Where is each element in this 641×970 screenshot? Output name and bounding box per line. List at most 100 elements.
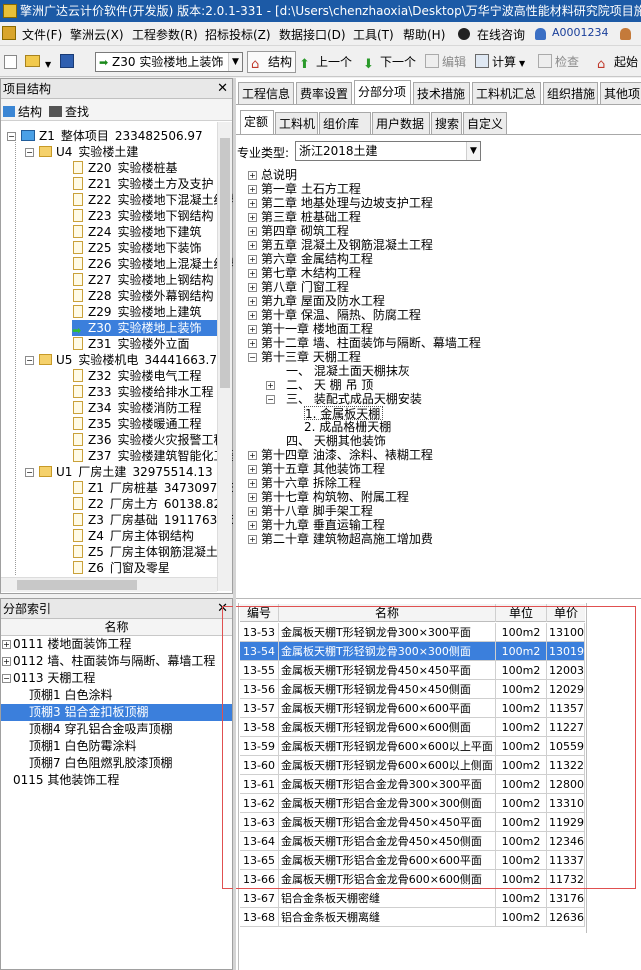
chapter-node[interactable]: 第十四章 油漆、涂料、裱糊工程 [261, 448, 433, 462]
chapter-node[interactable]: 第八章 门窗工程 [261, 280, 349, 294]
chevron-down-icon[interactable]: ▼ [228, 53, 242, 71]
tree-node[interactable]: Z2 厂房土方 60138.82 [73, 496, 221, 512]
save-icon[interactable] [60, 54, 74, 68]
tree-node[interactable]: Z35 实验楼暖通工程 [73, 416, 208, 432]
menu-bidding[interactable]: 招标投标(Z) [205, 26, 271, 43]
chapter-node[interactable]: 第七章 木结构工程 [261, 266, 361, 280]
collapse-icon[interactable]: − [25, 148, 34, 157]
table-row[interactable]: 13-61 金属板天棚T形铝合金龙骨300×300平面 100m2 12800. [240, 775, 585, 794]
tab-sub-0[interactable]: 定额 [240, 110, 274, 134]
tab-main-0[interactable]: 工程信息 [238, 82, 294, 104]
expand-icon[interactable]: + [248, 535, 257, 544]
table-row[interactable]: 13-62 金属板天棚T形铝合金龙骨300×300侧面 100m2 13310. [240, 794, 585, 813]
table-row[interactable]: 13-58 金属板天棚T形轻钢龙骨600×600侧面 100m2 11227. [240, 718, 585, 737]
index-item[interactable]: −0113 天棚工程 [1, 670, 232, 687]
chapter-node[interactable]: 1. 金属板天棚 [304, 406, 384, 421]
expand-icon[interactable]: + [248, 465, 257, 474]
tab-sub-5[interactable]: 自定义 [463, 112, 507, 134]
tree-node[interactable]: Z1 厂房桩基 3473097.53 [73, 480, 236, 496]
chapter-node[interactable]: 四、 天棚其他装饰 [286, 434, 386, 448]
tree-node[interactable]: Z20 实验楼桩基 [73, 160, 184, 176]
chapter-node[interactable]: 第十章 保温、隔热、防腐工程 [261, 308, 421, 322]
table-row[interactable]: 13-63 金属板天棚T形铝合金龙骨450×450平面 100m2 11929. [240, 813, 585, 832]
online-consult-link[interactable]: 在线咨询 [477, 26, 525, 43]
tab-main-1[interactable]: 费率设置 [296, 82, 352, 104]
find-button[interactable]: 查找 [49, 103, 89, 120]
specialty-select[interactable]: 浙江2018土建 ▼ [295, 141, 481, 161]
chapter-node[interactable]: 总说明 [261, 168, 297, 182]
col-header-name[interactable]: 名称 [279, 604, 496, 622]
chapter-node[interactable]: 第十三章 天棚工程 [261, 350, 361, 364]
chapter-node[interactable]: 2. 成品格栅天棚 [304, 420, 391, 434]
vertical-scrollbar[interactable] [217, 122, 232, 591]
tree-node[interactable]: Z5 厂房主体钢筋混凝土结 [73, 544, 236, 560]
chapter-node[interactable]: 三、 装配式成品天棚安装 [286, 392, 422, 406]
user-id[interactable]: A0001234 [552, 26, 609, 39]
table-row[interactable]: 13-67 铝合金条板天棚密缝 100m2 13176. [240, 889, 585, 908]
chapter-node[interactable]: 第二章 地基处理与边坡支护工程 [261, 196, 433, 210]
collapse-icon[interactable]: − [248, 353, 257, 362]
expand-icon[interactable]: + [248, 241, 257, 250]
menu-file[interactable]: 文件(F) [22, 26, 62, 43]
expand-icon[interactable]: + [266, 381, 275, 390]
tree-node[interactable]: ➡ Z30 实验楼地上装饰 [72, 320, 220, 337]
expand-icon[interactable]: + [248, 521, 257, 530]
edit-button[interactable]: 编辑 [425, 52, 466, 72]
chapter-node[interactable]: 第五章 混凝土及钢筋混凝土工程 [261, 238, 433, 252]
tab-main-3[interactable]: 技术措施 [413, 82, 470, 104]
menu-project-params[interactable]: 工程参数(R) [132, 26, 198, 43]
collapse-icon[interactable]: − [2, 674, 11, 683]
chapter-node[interactable]: 二、 天 棚 吊 顶 [286, 378, 373, 392]
chevron-down-icon[interactable]: ▼ [466, 142, 480, 160]
expand-icon[interactable]: + [248, 451, 257, 460]
project-select[interactable]: ➡ Z30 实验楼地上装饰 ▼ [95, 52, 243, 72]
menu-help[interactable]: 帮助(H) [403, 26, 445, 43]
chapter-node[interactable]: 第四章 砌筑工程 [261, 224, 349, 238]
collapse-icon[interactable]: − [25, 468, 34, 477]
tree-node[interactable]: − Z1 整体项目 233482506.97 [7, 128, 203, 144]
chapter-node[interactable]: 一、 混凝土面天棚抹灰 [286, 364, 410, 378]
index-item[interactable]: 顶棚1 白色防霉涂料 [1, 738, 232, 755]
chapter-node[interactable]: 第十九章 垂直运输工程 [261, 518, 385, 532]
chapter-node[interactable]: 第十八章 脚手架工程 [261, 504, 373, 518]
tab-sub-3[interactable]: 用户数据 [372, 112, 430, 134]
check-button[interactable]: 检查 [538, 52, 579, 72]
app-menu-icon[interactable] [2, 26, 16, 40]
expand-icon[interactable]: + [248, 507, 257, 516]
expand-icon[interactable]: + [248, 269, 257, 278]
hscrollbar-thumb[interactable] [17, 580, 137, 590]
index-item[interactable]: +0111 楼地面装饰工程 [1, 636, 232, 653]
collapse-icon[interactable]: − [25, 356, 34, 365]
tree-node[interactable]: Z4 厂房主体钢结构 [73, 528, 200, 544]
chapter-node[interactable]: 第一章 土石方工程 [261, 182, 361, 196]
table-row[interactable]: 13-53 金属板天棚T形轻钢龙骨300×300平面 100m2 13100. [240, 623, 585, 642]
table-row[interactable]: 13-54 金属板天棚T形轻钢龙骨300×300侧面 100m2 13019. [240, 642, 585, 661]
expand-icon[interactable]: + [248, 255, 257, 264]
horizontal-scrollbar[interactable] [1, 577, 217, 592]
tree-node[interactable]: Z28 实验楼外幕钢结构 [73, 288, 220, 304]
dropdown-arrow-icon[interactable]: ▼ [45, 60, 51, 69]
chapter-node[interactable]: 第十一章 楼地面工程 [261, 322, 373, 336]
scrollbar-thumb[interactable] [220, 138, 230, 388]
tree-node[interactable]: Z27 实验楼地上钢结构 [73, 272, 220, 288]
start-button[interactable]: ⌂ 起始 [597, 52, 638, 72]
table-row[interactable]: 13-56 金属板天棚T形轻钢龙骨450×450侧面 100m2 12029. [240, 680, 585, 699]
col-header-code[interactable]: 编号 [240, 604, 279, 622]
tree-node[interactable]: Z6 门窗及零星 [73, 560, 176, 576]
table-row[interactable]: 13-68 铝合金条板天棚离缝 100m2 12636. [240, 908, 585, 927]
expand-icon[interactable]: + [248, 493, 257, 502]
table-row[interactable]: 13-66 金属板天棚T形铝合金龙骨600×600侧面 100m2 11732. [240, 870, 585, 889]
chapter-node[interactable]: 第二十章 建筑物超高施工增加费 [261, 532, 433, 546]
tree-node[interactable]: Z34 实验楼消防工程 [73, 400, 208, 416]
expand-icon[interactable]: + [248, 171, 257, 180]
chapter-node[interactable]: 第六章 金属结构工程 [261, 252, 373, 266]
chapter-node[interactable]: 第九章 屋面及防水工程 [261, 294, 385, 308]
index-item[interactable]: 0115 其他装饰工程 [1, 772, 232, 789]
expand-icon[interactable]: + [248, 339, 257, 348]
index-item[interactable]: +0112 墙、柱面装饰与隔断、幕墙工程 [1, 653, 232, 670]
tree-node[interactable]: Z25 实验楼地下装饰 [73, 240, 208, 256]
menu-data-interface[interactable]: 数据接口(D) [279, 26, 346, 43]
table-row[interactable]: 13-65 金属板天棚T形铝合金龙骨600×600平面 100m2 11337. [240, 851, 585, 870]
table-row[interactable]: 13-55 金属板天棚T形轻钢龙骨450×450平面 100m2 12003. [240, 661, 585, 680]
table-row[interactable]: 13-57 金属板天棚T形轻钢龙骨600×600平面 100m2 11357. [240, 699, 585, 718]
